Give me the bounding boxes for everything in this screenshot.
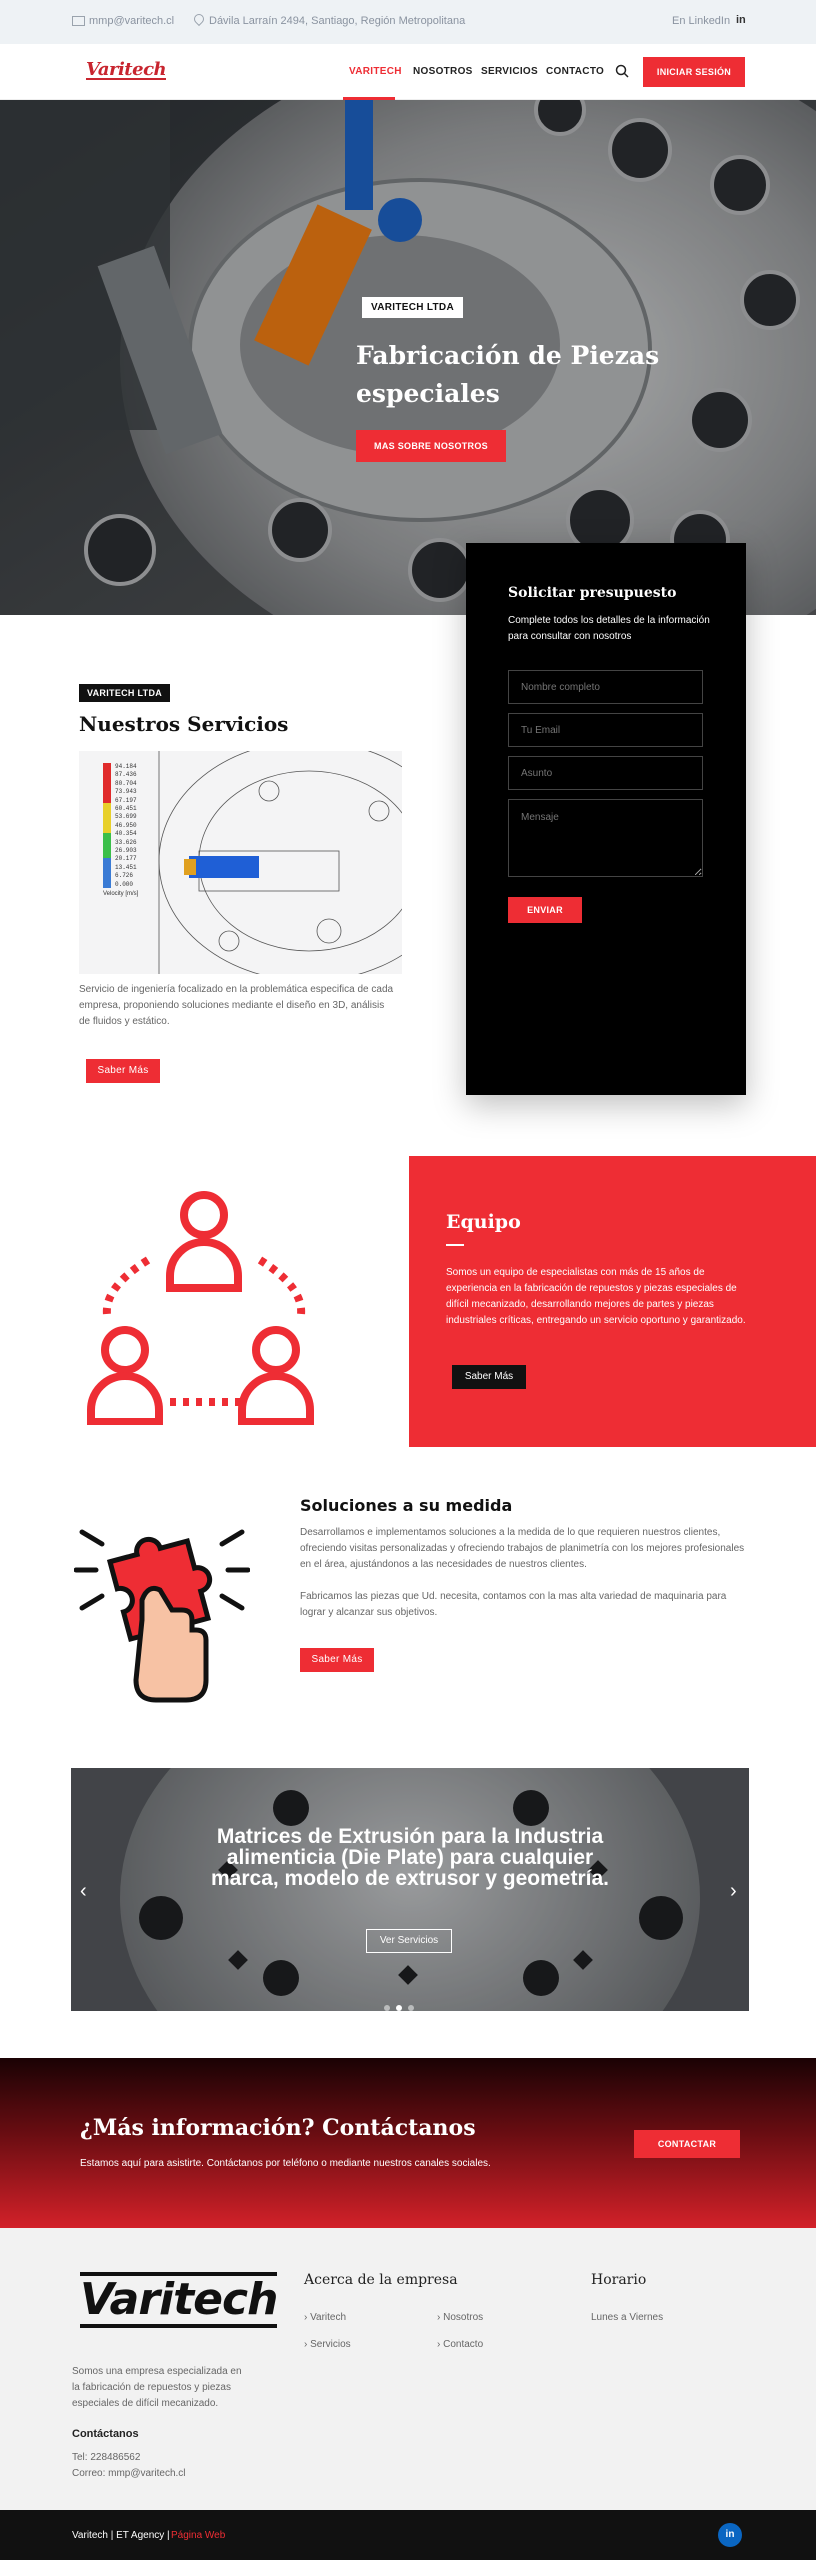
site-header: Varitech VARITECH NOSOTROS SERVICIOS CON… — [0, 44, 816, 100]
subject-field[interactable] — [508, 756, 703, 790]
legend-value: 73.943 — [115, 788, 137, 796]
footer-contact-title: Contáctanos — [72, 2428, 139, 2440]
services-title: Nuestros Servicios — [79, 712, 289, 736]
solutions-more-button[interactable]: Saber Más — [300, 1648, 374, 1672]
bottom-bar: Varitech | ET Agency | Página Web in — [0, 2510, 816, 2560]
legend-value: 80.704 — [115, 779, 137, 787]
name-field[interactable] — [508, 670, 703, 704]
footer-link-label: Contacto — [443, 2339, 484, 2350]
legend-value: 67.197 — [115, 796, 137, 804]
solutions-title: Soluciones a su medida — [300, 1496, 513, 1515]
cta-title: ¿Más información? Contáctanos — [80, 2115, 476, 2141]
slider-next-arrow-icon[interactable]: › — [730, 1880, 737, 1903]
footer-link-label: Varitech — [310, 2312, 347, 2323]
top-bar: mmp@varitech.cl Dávila Larraín 2494, San… — [0, 0, 816, 44]
hero-about-button[interactable]: MAS SOBRE NOSOTROS — [356, 430, 506, 462]
footer-link-contacto[interactable]: › Contacto — [437, 2339, 483, 2350]
location-pin-icon — [191, 11, 207, 27]
hero-title: Fabricación de Piezas especiales — [356, 341, 660, 408]
footer-hours-title: Horario — [591, 2272, 647, 2288]
team-text: Somos un equipo de especialistas con más… — [446, 1267, 746, 1326]
search-icon[interactable] — [615, 64, 629, 78]
cfd-simulation-image: 94.184 87.436 80.704 73.943 67.197 60.45… — [79, 751, 402, 974]
cfd-legend-label: Velocity [m/s] — [103, 891, 139, 897]
footer-link-nosotros[interactable]: › Nosotros — [437, 2312, 483, 2323]
services-tag: VARITECH LTDA — [79, 684, 171, 702]
team-icon — [87, 1191, 314, 1425]
puzzle-hand-icon — [74, 1529, 250, 1703]
legend-value: 46.950 — [115, 821, 137, 829]
top-address: Dávila Larraín 2494, Santiago, Región Me… — [209, 15, 466, 27]
footer-phone: Tel: 228486562 — [72, 2452, 141, 2463]
services-more-button[interactable]: Saber Más — [86, 1059, 160, 1083]
message-field[interactable] — [508, 799, 703, 877]
legend-value: 94.184 — [115, 763, 137, 770]
team-title: Equipo — [446, 1211, 521, 1233]
legend-value: 60.451 — [115, 805, 137, 813]
bottom-credits: Varitech | ET Agency | — [72, 2530, 170, 2541]
slider-dot[interactable] — [408, 2005, 414, 2011]
quote-subtitle: Complete todos los detalles de la inform… — [508, 615, 710, 642]
footer-company-title: Acerca de la empresa — [304, 2272, 458, 2288]
nav-contacto[interactable]: CONTACTO — [546, 66, 604, 77]
footer-link-label: Nosotros — [443, 2312, 484, 2323]
footer-link-varitech[interactable]: › Varitech — [304, 2312, 346, 2323]
legend-value: 33.626 — [115, 838, 137, 846]
cta-subtitle: Estamos aquí para asistirte. Contáctanos… — [80, 2158, 491, 2169]
nav-nosotros[interactable]: NOSOTROS — [413, 66, 473, 77]
slide-services-button[interactable]: Ver Servicios — [366, 1929, 452, 1953]
legend-value: 53.699 — [115, 813, 137, 821]
cta-contact-button[interactable]: CONTACTAR — [634, 2130, 740, 2158]
legend-value: 0.000 — [115, 880, 134, 888]
solutions-paragraph-1: Desarrollamos e implementamos soluciones… — [300, 1527, 745, 1570]
login-button[interactable]: INICIAR SESIÓN — [643, 57, 745, 87]
team-title-underline — [446, 1244, 464, 1246]
nav-servicios[interactable]: SERVICIOS — [481, 66, 538, 77]
linkedin-text-link[interactable]: En LinkedIn — [672, 15, 730, 27]
footer-logo[interactable]: Varitech — [80, 2272, 278, 2328]
email-field[interactable] — [508, 713, 703, 747]
slider-prev-arrow-icon[interactable]: ‹ — [80, 1880, 87, 1903]
slider-dot-active[interactable] — [396, 2005, 402, 2011]
legend-value: 20.177 — [115, 855, 137, 863]
footer-email[interactable]: Correo: mmp@varitech.cl — [72, 2468, 186, 2479]
cfd-legend-values: 94.184 87.436 80.704 73.943 67.197 60.45… — [115, 763, 137, 889]
legend-value: 6.726 — [115, 872, 134, 880]
submit-button[interactable]: ENVIAR — [508, 897, 582, 923]
mail-icon — [72, 16, 85, 26]
quote-title: Solicitar presupuesto — [508, 585, 677, 601]
linkedin-icon[interactable]: in — [736, 14, 746, 26]
bottom-web-link[interactable]: Página Web — [171, 2530, 225, 2541]
footer-hours: Lunes a Viernes — [591, 2312, 664, 2323]
legend-value: 13.451 — [115, 863, 137, 871]
nav-varitech[interactable]: VARITECH — [349, 66, 402, 77]
slider-dots — [381, 1998, 417, 2016]
top-email[interactable]: mmp@varitech.cl — [89, 15, 174, 27]
legend-value: 26.903 — [115, 847, 137, 855]
team-more-button[interactable]: Saber Más — [452, 1365, 526, 1389]
legend-value: 87.436 — [115, 771, 137, 779]
footer-link-servicios[interactable]: › Servicios — [304, 2339, 351, 2350]
header-logo[interactable]: Varitech — [86, 61, 167, 80]
legend-value: 40.354 — [115, 830, 137, 838]
solutions-paragraph-2: Fabricamos las piezas que Ud. necesita, … — [300, 1591, 727, 1618]
slide-title: Matrices de Extrusión para la Industria … — [211, 1825, 609, 1890]
hero-tag: VARITECH LTDA — [362, 297, 463, 318]
footer-about: Somos una empresa especializada en la fa… — [72, 2366, 242, 2409]
slider-dot[interactable] — [384, 2005, 390, 2011]
footer-link-label: Servicios — [310, 2339, 351, 2350]
linkedin-icon[interactable]: in — [718, 2523, 742, 2547]
services-description: Servicio de ingeniería focalizado en la … — [79, 984, 394, 1027]
